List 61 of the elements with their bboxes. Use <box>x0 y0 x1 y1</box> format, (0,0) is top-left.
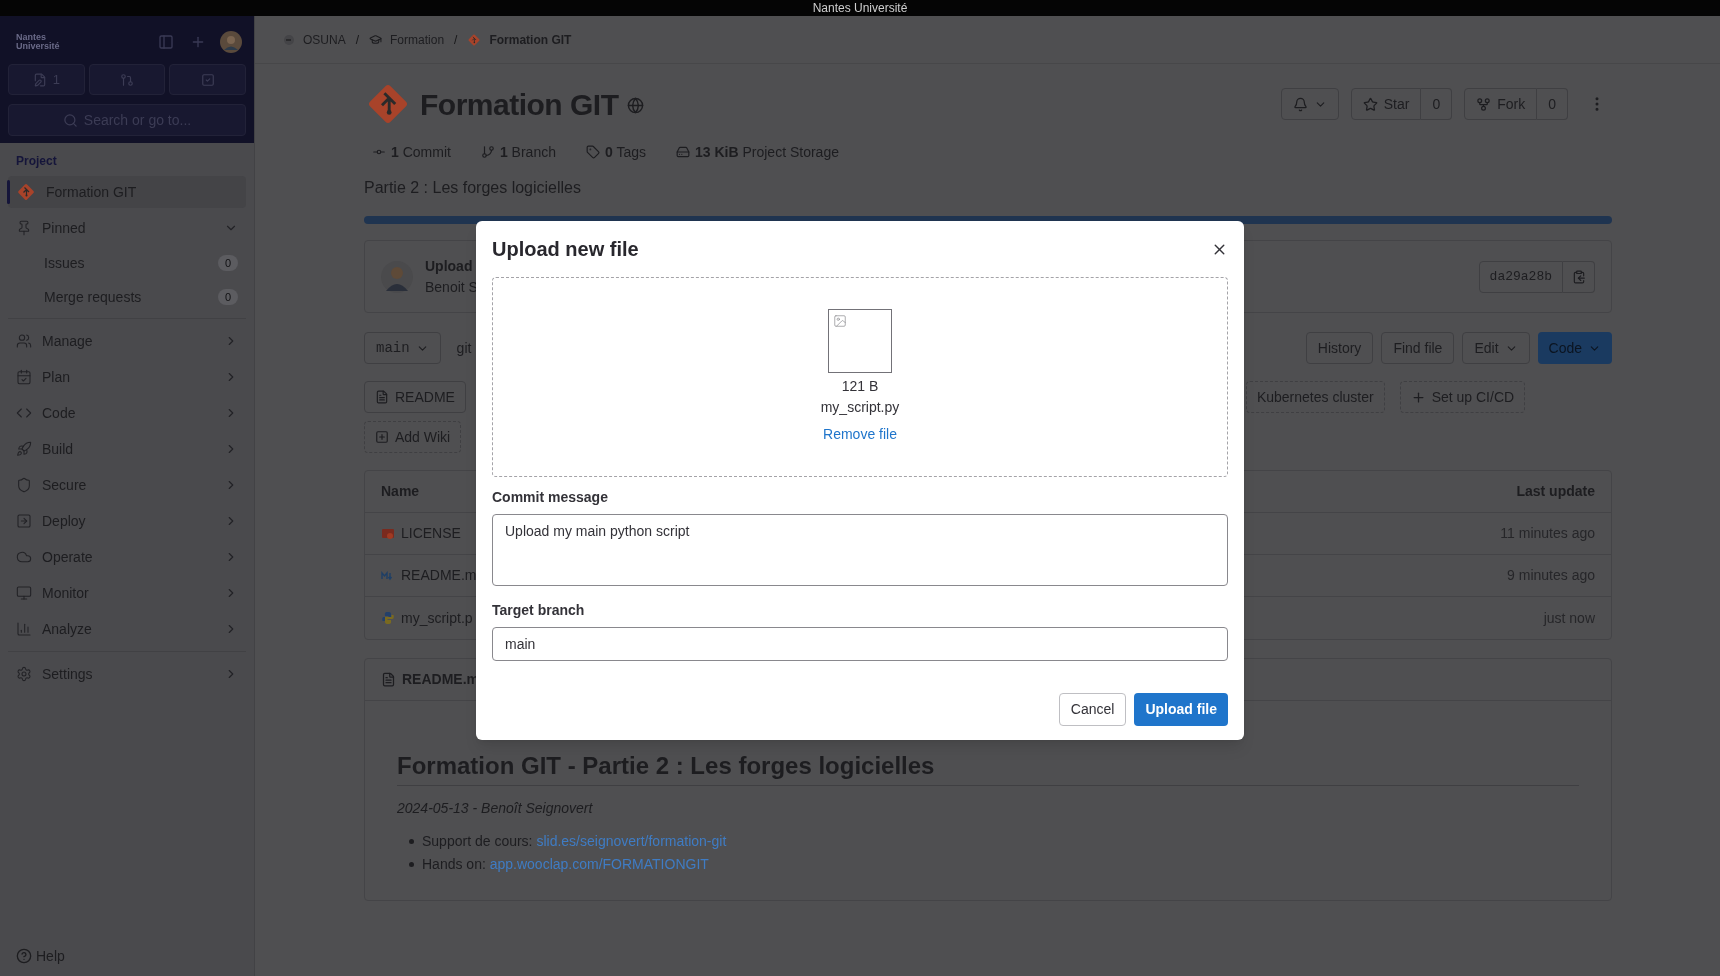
plus-icon <box>1410 389 1426 405</box>
author-avatar <box>381 260 413 293</box>
code-button[interactable]: Code <box>1537 332 1612 364</box>
field-label: Target branch <box>492 601 586 620</box>
fork-icon <box>1476 96 1492 112</box>
notification-button[interactable] <box>1280 88 1339 120</box>
sidebar-toggle-icon[interactable] <box>158 34 174 50</box>
bell-icon <box>1292 96 1308 112</box>
remove-file-link[interactable]: Remove file <box>823 424 897 445</box>
breadcrumb-separator: / <box>454 31 458 49</box>
count-badge: 0 <box>217 288 238 306</box>
plus-icon[interactable] <box>190 34 206 50</box>
rocket-icon <box>16 441 32 457</box>
globe-icon <box>626 96 644 114</box>
field-label: Commit message <box>492 488 609 507</box>
window-title: Nantes Université <box>812 2 908 14</box>
file-icon <box>381 672 396 687</box>
star-icon <box>1362 96 1378 112</box>
file-size: 121 B <box>841 377 879 396</box>
count-badge: 0 <box>217 254 238 272</box>
calendar-icon <box>16 369 32 385</box>
avatar[interactable] <box>220 31 242 53</box>
settings-icon <box>16 666 32 682</box>
readme-link[interactable]: app.wooclap.com/FORMATIONGIT <box>489 856 709 872</box>
search-icon <box>62 112 78 128</box>
plus-square-icon <box>375 430 389 444</box>
copy-button[interactable] <box>1563 260 1595 293</box>
target-branch-field[interactable]: main <box>492 627 1228 661</box>
drop-zone[interactable]: 121 B my_script.py Remove file <box>492 277 1228 477</box>
dialog-title: Upload new file <box>492 237 640 262</box>
upload-file-button[interactable]: Upload file <box>1134 693 1228 726</box>
help-icon <box>16 948 32 964</box>
license-icon <box>381 526 395 541</box>
bullet-icon <box>409 862 414 867</box>
merge-request-icon <box>120 72 134 87</box>
commit-message-field[interactable]: Upload my main python script <box>492 514 1228 586</box>
cloud-icon <box>16 549 32 565</box>
todo-icon <box>200 72 215 87</box>
copy-icon <box>1571 269 1586 284</box>
branch-icon <box>480 145 495 159</box>
readme-link[interactable]: slid.es/seignovert/formation-git <box>536 833 727 849</box>
storage-icon <box>676 145 690 159</box>
bar-chart-icon <box>16 621 32 637</box>
counter-button[interactable] <box>169 64 246 95</box>
file-name: my_script.py <box>820 398 900 417</box>
monitor-icon <box>16 585 32 601</box>
broken-image-icon <box>833 314 847 328</box>
issue-icon <box>32 72 47 87</box>
cancel-button[interactable]: Cancel <box>1058 693 1127 726</box>
pin-icon <box>16 220 32 236</box>
counter-button[interactable] <box>88 64 166 95</box>
python-icon <box>381 611 395 625</box>
deploy-icon <box>16 513 32 529</box>
code-icon <box>16 405 32 421</box>
shield-icon <box>16 477 32 493</box>
file-icon <box>375 390 389 404</box>
graduation-cap-icon <box>369 33 383 46</box>
bullet-icon <box>409 839 414 844</box>
users-icon <box>16 333 32 349</box>
breadcrumb-separator: / <box>355 31 360 49</box>
tag-icon <box>585 145 600 159</box>
